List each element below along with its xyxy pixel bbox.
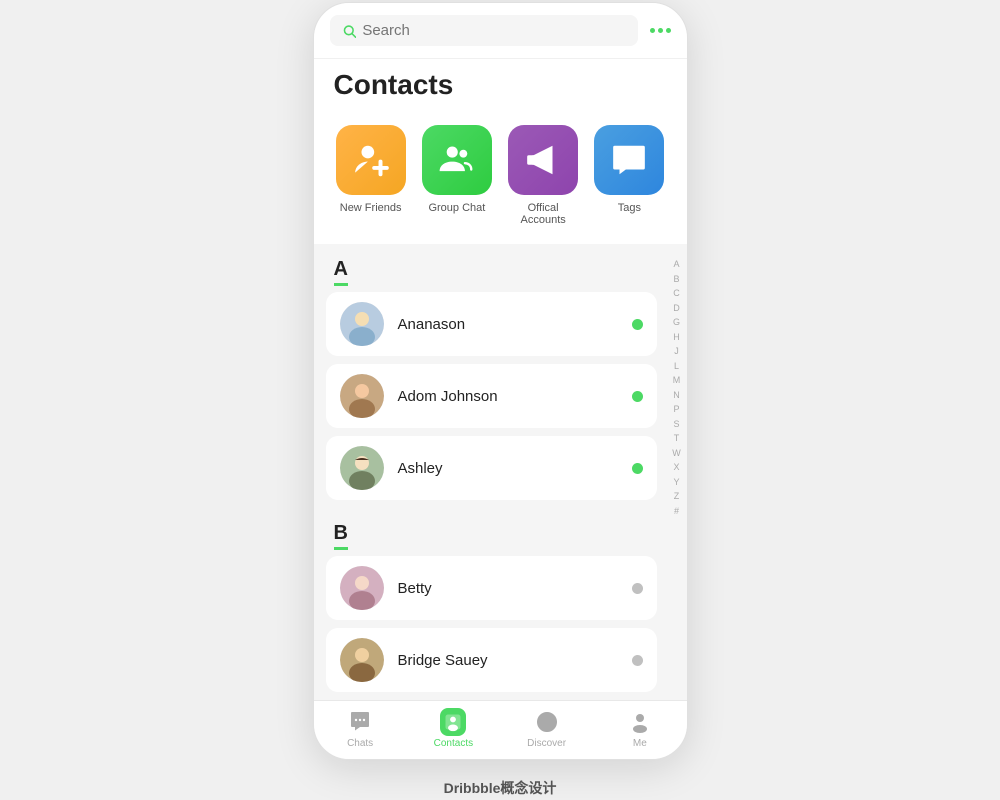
page-title-area: Contacts xyxy=(314,59,687,115)
alpha-t[interactable]: T xyxy=(674,432,680,446)
contact-name-bridge: Bridge Sauey xyxy=(398,652,632,669)
person-add-icon xyxy=(352,141,390,179)
more-options-button[interactable] xyxy=(650,28,671,33)
alpha-w[interactable]: W xyxy=(672,447,681,461)
contacts-active-bg xyxy=(440,708,466,736)
official-accounts-label: Offical Accounts xyxy=(506,202,580,226)
official-accounts-icon-bg xyxy=(508,125,578,195)
group-chat-label: Group Chat xyxy=(428,202,485,214)
avatar-betty xyxy=(340,566,384,610)
contact-name-betty: Betty xyxy=(398,580,632,597)
alpha-d[interactable]: D xyxy=(673,302,680,316)
group-chat-icon-bg xyxy=(422,125,492,195)
chats-nav-icon xyxy=(347,709,373,735)
action-group-chat[interactable]: Group Chat xyxy=(420,125,494,226)
alpha-g[interactable]: G xyxy=(673,316,680,330)
contact-name-ananason: Ananason xyxy=(398,316,632,333)
alpha-y[interactable]: Y xyxy=(673,476,679,490)
dot1 xyxy=(650,28,655,33)
avatar-ashley xyxy=(340,446,384,490)
alpha-z[interactable]: Z xyxy=(674,490,680,504)
status-dot-bridge xyxy=(632,655,643,666)
quick-actions: New Friends Group Chat xyxy=(314,115,687,244)
page-title: Contacts xyxy=(334,69,667,101)
contact-betty[interactable]: Betty xyxy=(326,556,657,620)
status-dot-ashley xyxy=(632,463,643,474)
contact-ashley[interactable]: Ashley xyxy=(326,436,657,500)
nav-me[interactable]: Me xyxy=(593,709,686,749)
chats-nav-label: Chats xyxy=(347,738,373,749)
alpha-hash[interactable]: # xyxy=(674,505,679,519)
phone-frame: Contacts New Friends xyxy=(313,2,688,760)
contact-name-adom: Adom Johnson xyxy=(398,388,632,405)
search-input-wrap[interactable] xyxy=(330,15,638,46)
alphabet-index: A B C D G H J L M N P S T W X Y Z # xyxy=(669,244,687,700)
alpha-n[interactable]: N xyxy=(673,389,680,403)
contacts-nav-label: Contacts xyxy=(434,738,473,749)
new-friends-icon-bg xyxy=(336,125,406,195)
contact-bridge-sauey[interactable]: Bridge Sauey xyxy=(326,628,657,692)
contact-list-a: Ananason Adom Johnson xyxy=(314,292,669,508)
contact-ananason[interactable]: Ananason xyxy=(326,292,657,356)
contacts-nav-icon xyxy=(440,709,466,735)
star-chat-icon xyxy=(610,141,648,179)
contact-adom-johnson[interactable]: Adom Johnson xyxy=(326,364,657,428)
me-nav-icon xyxy=(627,709,653,735)
contacts-area: A Ananason xyxy=(314,244,687,700)
megaphone-icon xyxy=(524,141,562,179)
alpha-p[interactable]: P xyxy=(673,403,679,417)
alpha-s[interactable]: S xyxy=(673,418,679,432)
footer-text: Dribbble概念设计 xyxy=(444,778,557,798)
group-icon xyxy=(438,141,476,179)
section-header-a: A xyxy=(314,244,669,292)
alpha-x[interactable]: X xyxy=(673,461,679,475)
action-official-accounts[interactable]: Offical Accounts xyxy=(506,125,580,226)
search-bar xyxy=(314,3,687,59)
contact-list-b: Betty Bridge Sauey xyxy=(314,556,669,700)
phone-wrapper: Contacts New Friends xyxy=(313,2,688,798)
alpha-c[interactable]: C xyxy=(673,287,680,301)
action-tags[interactable]: Tags xyxy=(592,125,666,226)
dot3 xyxy=(666,28,671,33)
alpha-m[interactable]: M xyxy=(673,374,681,388)
section-letter-b: B xyxy=(334,522,348,550)
search-input[interactable] xyxy=(362,22,625,39)
new-friends-label: New Friends xyxy=(340,202,402,214)
alpha-a[interactable]: A xyxy=(673,258,679,272)
status-dot-adom xyxy=(632,391,643,402)
section-header-b: B xyxy=(314,508,669,556)
section-letter-a: A xyxy=(334,258,348,286)
dot2 xyxy=(658,28,663,33)
tags-label: Tags xyxy=(618,202,641,214)
nav-contacts[interactable]: Contacts xyxy=(407,709,500,749)
nav-discover[interactable]: Discover xyxy=(500,709,593,749)
discover-nav-label: Discover xyxy=(527,738,566,749)
bottom-nav: Chats Contacts xyxy=(314,700,687,759)
nav-chats[interactable]: Chats xyxy=(314,709,407,749)
alpha-h[interactable]: H xyxy=(673,331,680,345)
avatar-adom-johnson xyxy=(340,374,384,418)
action-new-friends[interactable]: New Friends xyxy=(334,125,408,226)
search-icon xyxy=(342,23,357,39)
tags-icon-bg xyxy=(594,125,664,195)
discover-nav-icon xyxy=(534,709,560,735)
avatar-ananason xyxy=(340,302,384,346)
contact-name-ashley: Ashley xyxy=(398,460,632,477)
status-dot-ananason xyxy=(632,319,643,330)
me-nav-label: Me xyxy=(633,738,647,749)
alpha-b[interactable]: B xyxy=(673,273,679,287)
status-dot-betty xyxy=(632,583,643,594)
contacts-scroll: A Ananason xyxy=(314,244,669,700)
avatar-bridge-sauey xyxy=(340,638,384,682)
alpha-l[interactable]: L xyxy=(674,360,679,374)
alpha-j[interactable]: J xyxy=(674,345,679,359)
